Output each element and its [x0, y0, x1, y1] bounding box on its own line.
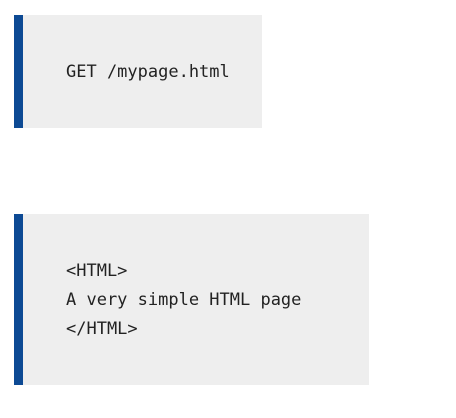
code-line: </HTML>: [66, 319, 138, 339]
code-line: A very simple HTML page: [66, 290, 302, 310]
code-line: <HTML>: [66, 261, 128, 281]
html-response-code-block: <HTML> A very simple HTML page </HTML>: [14, 214, 369, 385]
http-request-code-block: GET /mypage.html: [14, 15, 262, 128]
code-line: GET /mypage.html: [66, 62, 230, 82]
